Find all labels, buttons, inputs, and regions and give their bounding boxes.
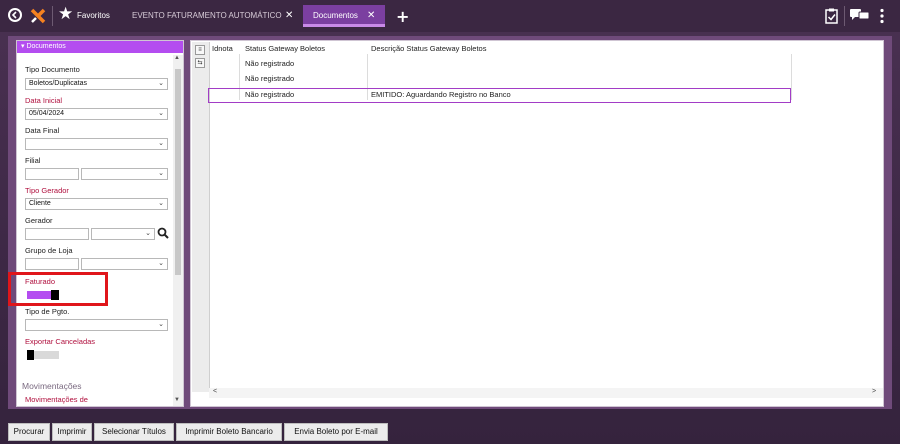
- column-header[interactable]: Status Gateway Boletos: [245, 44, 325, 53]
- panel-header[interactable]: ▾ Documentos: [17, 41, 183, 53]
- table-row[interactable]: Não registrado: [209, 56, 809, 71]
- panel-scrollbar[interactable]: ▲ ▼: [173, 55, 183, 406]
- exportar-canceladas-label: Exportar Canceladas: [25, 337, 96, 346]
- select-value: Cliente: [29, 200, 51, 207]
- filial-label: Filial: [25, 156, 41, 165]
- scroll-right-icon[interactable]: >: [872, 388, 876, 395]
- tab-label: Documentos: [313, 11, 358, 20]
- chevron-down-icon: ⌄: [158, 260, 164, 267]
- tipo-documento-label: Tipo Documento: [25, 65, 80, 74]
- tab-evento-faturamento[interactable]: EVENTO FATURAMENTO AUTOMÁTICO ✕: [122, 5, 300, 27]
- grupo-de-loja-code-input[interactable]: [25, 258, 79, 270]
- chevron-down-icon: ⌄: [145, 230, 151, 237]
- divider: [844, 6, 845, 26]
- tab-label: EVENTO FATURAMENTO AUTOMÁTICO: [132, 11, 282, 20]
- grupo-de-loja-select[interactable]: ⌄: [81, 258, 168, 270]
- cell-status: Não registrado: [245, 59, 295, 68]
- gerador-select[interactable]: ⌄: [91, 228, 155, 240]
- imprimir-button[interactable]: Imprimir: [52, 423, 92, 441]
- exportar-canceladas-toggle[interactable]: [27, 350, 59, 360]
- tab-documentos[interactable]: Documentos ✕: [303, 5, 385, 27]
- chevron-down-icon: ⌄: [158, 321, 164, 328]
- column-header[interactable]: Descrição Status Gateway Boletos: [371, 44, 486, 53]
- cell-status: Não registrado: [245, 90, 295, 99]
- tipo-gerador-select[interactable]: Cliente ⌄: [25, 198, 168, 210]
- favorites-link[interactable]: Favoritos: [77, 11, 110, 20]
- close-icon[interactable]: ✕: [367, 5, 375, 27]
- back-icon[interactable]: [8, 8, 22, 22]
- data-final-field[interactable]: ⌄: [25, 138, 168, 150]
- chevron-down-icon: ⌄: [158, 110, 164, 117]
- tipo-pgto-label: Tipo de Pgto.: [25, 307, 70, 316]
- table-row-selected[interactable]: Não registrado EMITIDO: Aguardando Regis…: [208, 88, 791, 103]
- data-final-label: Data Final: [25, 126, 60, 135]
- action-bar: Procurar Imprimir Selecionar Títulos Imp…: [0, 420, 900, 444]
- column-header[interactable]: Idnota: [212, 44, 233, 53]
- envia-boleto-email-button[interactable]: Envia Boleto por E-mail: [284, 423, 388, 441]
- add-tab-icon[interactable]: +: [396, 9, 409, 25]
- chevron-down-icon: ⌄: [158, 140, 164, 147]
- highlight-box: [8, 272, 108, 306]
- scroll-up-icon[interactable]: ▲: [174, 55, 180, 61]
- field-value: 05/04/2024: [29, 110, 65, 117]
- scroll-left-icon[interactable]: <: [213, 388, 217, 395]
- chevron-down-icon: ⌄: [158, 170, 164, 177]
- app-logo-icon[interactable]: [30, 8, 46, 24]
- results-grid: ≡ ⇆ Idnota Status Gateway Boletos Descri…: [190, 40, 884, 407]
- grupo-de-loja-label: Grupo de Loja: [25, 246, 73, 255]
- clipboard-icon[interactable]: [825, 8, 838, 26]
- star-icon[interactable]: ★: [58, 6, 73, 23]
- search-icon[interactable]: [157, 227, 169, 241]
- cell-status: Não registrado: [245, 74, 295, 83]
- scroll-down-icon[interactable]: ▼: [174, 397, 180, 403]
- gerador-label: Gerador: [25, 216, 53, 225]
- tipo-pgto-select[interactable]: ⌄: [25, 319, 168, 331]
- movimentacoes-de-label: Movimentações de: [25, 395, 88, 404]
- cell-descricao: EMITIDO: Aguardando Registro no Banco: [371, 90, 511, 99]
- data-inicial-field[interactable]: 05/04/2024 ⌄: [25, 108, 168, 120]
- chevron-down-icon: ⌄: [158, 80, 164, 87]
- gerador-code-input[interactable]: [25, 228, 89, 240]
- imprimir-boleto-button[interactable]: Imprimir Boleto Bancario: [176, 423, 282, 441]
- scrollbar-thumb[interactable]: [175, 69, 181, 275]
- panel-title: Documentos: [26, 43, 66, 50]
- table-row[interactable]: Não registrado: [209, 71, 809, 86]
- selecionar-titulos-button[interactable]: Selecionar Títulos: [94, 423, 174, 441]
- close-icon[interactable]: ✕: [285, 5, 293, 27]
- chat-icon[interactable]: [850, 8, 870, 24]
- filter-panel: ▾ Documentos Tipo Documento Boletos/Dupl…: [16, 40, 184, 407]
- columns-icon[interactable]: ⇆: [195, 58, 205, 68]
- procurar-button[interactable]: Procurar: [8, 423, 50, 441]
- movimentacoes-section-title: Movimentações: [22, 381, 82, 391]
- more-options-icon[interactable]: [880, 8, 884, 26]
- filial-code-input[interactable]: [25, 168, 79, 180]
- list-icon[interactable]: ≡: [195, 45, 205, 55]
- top-bar: ★ Favoritos EVENTO FATURAMENTO AUTOMÁTIC…: [0, 0, 900, 32]
- select-value: Boletos/Duplicatas: [29, 80, 87, 87]
- data-inicial-label: Data Inicial: [25, 96, 63, 105]
- grid-horizontal-scrollbar[interactable]: < >: [209, 388, 883, 398]
- filial-select[interactable]: ⌄: [81, 168, 168, 180]
- collapse-icon[interactable]: ▾: [21, 43, 25, 50]
- tipo-gerador-label: Tipo Gerador: [25, 186, 69, 195]
- tipo-documento-select[interactable]: Boletos/Duplicatas ⌄: [25, 78, 168, 90]
- chevron-down-icon: ⌄: [158, 200, 164, 207]
- divider: [52, 6, 53, 26]
